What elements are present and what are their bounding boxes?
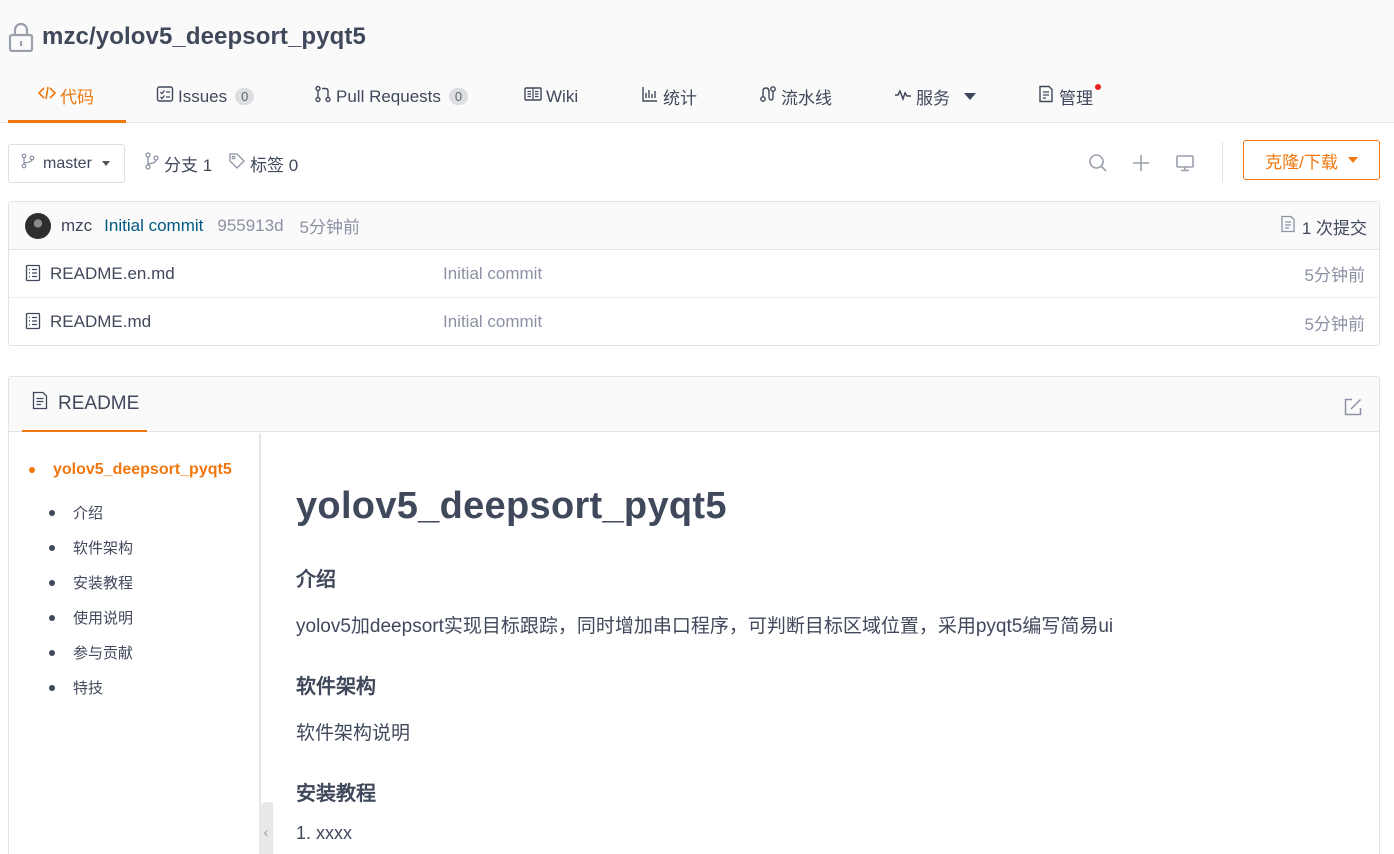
tab-label: 管理 [1059,89,1093,108]
tab-code[interactable]: 代码 [8,70,126,123]
tab-manage[interactable]: 管理 [1037,70,1137,123]
branch-name: master [43,154,92,172]
commit-author[interactable]: mzc [61,216,92,236]
lock-icon [8,22,34,53]
repo-toolbar: master 分支 1 标签 0 克隆/下载 [8,140,1380,184]
commit-sha[interactable]: 955913d [217,216,283,236]
readme-tab[interactable]: README [22,377,147,432]
add-file-icon[interactable] [1128,150,1154,176]
file-commit-message[interactable]: Initial commit [443,312,542,332]
tab-label: 代码 [60,87,94,107]
clone-label: 克隆/下载 [1265,152,1338,172]
heading-intro: 介绍 [296,569,336,591]
wiki-icon [524,85,542,108]
heading-install: 安装教程 [296,783,376,805]
tab-pull-requests[interactable]: Pull Requests 0 [314,70,494,123]
commits-icon [1280,215,1296,238]
tab-wiki[interactable]: Wiki [524,70,611,123]
chevron-down-icon [964,93,976,100]
branch-select[interactable]: master [8,144,125,183]
web-ide-icon[interactable] [1172,150,1198,176]
branches-link[interactable]: 分支 1 [144,144,212,183]
tab-label: 流水线 [781,89,832,108]
tab-label: 服务 [916,89,950,108]
chevron-down-icon [1347,157,1358,163]
stats-icon [641,85,659,108]
tab-label: Pull Requests [336,86,441,106]
edit-icon[interactable] [1343,397,1363,420]
repo-name[interactable]: mzc/yolov5_deepsort_pyqt5 [42,23,366,51]
toc-item-root[interactable]: yolov5_deepsort_pyqt5 [29,461,232,479]
code-icon [37,84,57,107]
toc-item-contribute[interactable]: 参与贡献 [49,635,133,670]
tab-stats[interactable]: 统计 [641,70,729,123]
tab-label: 统计 [663,89,697,108]
readme-tab-label: README [58,392,140,414]
repo-title-bar: mzc/yolov5_deepsort_pyqt5 [8,22,366,53]
install-steps-list: xxxx [316,823,352,844]
latest-commit-bar: mzc Initial commit 955913d 5分钟前 1 次提交 [9,202,1379,250]
install-step: xxxx [316,823,352,844]
commit-time: 5分钟前 [299,218,361,237]
toc-item-features[interactable]: 特技 [49,670,133,705]
pull-request-icon [314,85,332,108]
file-icon [25,264,41,287]
readme-header: README [9,377,1379,432]
issues-icon [156,85,174,108]
file-commit-time: 5分钟前 [1304,266,1365,285]
commit-count-label: 1 次提交 [1301,218,1367,238]
avatar[interactable] [25,212,51,239]
file-name-link[interactable]: README.md [50,312,151,332]
pr-count-badge: 0 [448,88,469,105]
branch-icon [21,153,35,174]
readme-toc: yolov5_deepsort_pyqt5 介绍 软件架构 安装教程 使用说明 … [9,433,261,854]
tab-label: Issues [178,86,228,106]
toc-root-label: yolov5_deepsort_pyqt5 [53,461,232,478]
file-row[interactable]: README.md Initial commit 5分钟前 [9,298,1379,346]
file-icon [25,312,41,335]
file-name-link[interactable]: README.en.md [50,264,175,284]
manage-icon [1037,85,1055,108]
heading-architecture: 软件架构 [296,676,376,698]
toc-item-architecture[interactable]: 软件架构 [49,530,133,565]
file-commit-message[interactable]: Initial commit [443,264,542,284]
toc-list: 介绍 软件架构 安装教程 使用说明 参与贡献 特技 [49,495,133,705]
file-row[interactable]: README.en.md Initial commit 5分钟前 [9,250,1379,298]
toolbar-divider [1222,142,1223,182]
repo-header: mzc/yolov5_deepsort_pyqt5 代码 Issues 0 Pu… [0,0,1394,123]
tab-issues[interactable]: Issues 0 [156,70,284,123]
service-icon [894,85,912,108]
commit-count-link[interactable]: 1 次提交 [1280,202,1367,250]
file-list-panel: mzc Initial commit 955913d 5分钟前 1 次提交 RE… [8,201,1380,346]
readme-panel: README yolov5_deepsort_pyqt5 介绍 软件架构 安装教… [8,376,1380,854]
readme-title: yolov5_deepsort_pyqt5 [296,485,727,527]
intro-text: yolov5加deepsort实现目标跟踪，同时增加串口程序，可判断目标区域位置… [296,616,1114,637]
file-commit-time: 5分钟前 [1304,314,1365,334]
tab-label: Wiki [546,86,579,106]
clone-download-button[interactable]: 克隆/下载 [1243,140,1380,180]
search-icon[interactable] [1085,150,1111,176]
tab-pipeline[interactable]: 流水线 [759,70,864,123]
toc-item-install[interactable]: 安装教程 [49,565,133,600]
chevron-left-icon: ‹ [263,824,269,840]
notification-dot [1095,83,1101,90]
toc-item-usage[interactable]: 使用说明 [49,600,133,635]
tags-link[interactable]: 标签 0 [228,144,298,183]
branches-label: 分支 1 [164,156,213,175]
chevron-down-icon [101,161,110,166]
tags-label: 标签 0 [250,156,299,175]
branch-icon [144,152,160,175]
toc-collapse-toggle[interactable]: ‹ [259,802,273,854]
repo-tabs: 代码 Issues 0 Pull Requests 0 Wiki 统计 流水线 … [8,70,1137,123]
commit-message-link[interactable]: Initial commit [104,216,203,236]
tag-icon [228,152,246,175]
tab-service[interactable]: 服务 [894,70,1007,123]
readme-icon [32,391,48,416]
pipeline-icon [759,85,777,108]
architecture-text: 软件架构说明 [296,723,411,744]
toc-item-intro[interactable]: 介绍 [49,495,133,530]
issues-count-badge: 0 [235,88,255,105]
